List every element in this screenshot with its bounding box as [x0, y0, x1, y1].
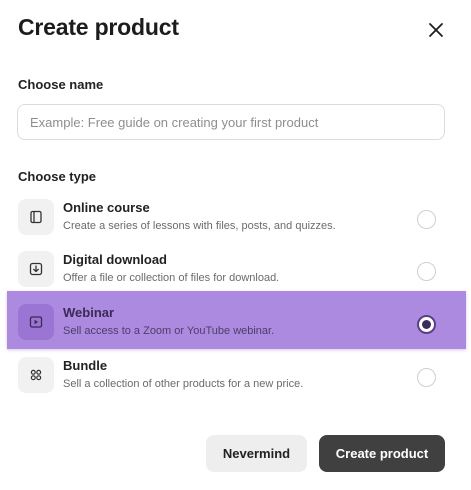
- nevermind-button[interactable]: Nevermind: [206, 435, 307, 472]
- type-option-webinar[interactable]: Webinar Sell access to a Zoom or YouTube…: [0, 302, 471, 354]
- option-description: Create a series of lessons with files, p…: [63, 220, 336, 232]
- option-title: Webinar: [63, 305, 115, 320]
- download-icon: [18, 251, 54, 287]
- dialog-title: Create product: [18, 14, 179, 40]
- product-name-input[interactable]: [17, 104, 445, 140]
- radio-bundle[interactable]: [417, 368, 436, 387]
- create-product-dialog: Create product Choose name Choose type O…: [0, 0, 471, 490]
- radio-digital-download[interactable]: [417, 262, 436, 281]
- close-icon[interactable]: [424, 18, 448, 42]
- play-icon: [18, 304, 54, 340]
- option-title: Bundle: [63, 358, 108, 373]
- option-description: Sell a collection of other products for …: [63, 378, 304, 390]
- book-icon: [18, 199, 54, 235]
- option-title: Digital download: [63, 252, 167, 267]
- type-option-bundle[interactable]: Bundle Sell a collection of other produc…: [0, 355, 471, 407]
- choose-name-label: Choose name: [18, 77, 104, 92]
- option-description: Offer a file or collection of files for …: [63, 272, 280, 284]
- option-description: Sell access to a Zoom or YouTube webinar…: [63, 325, 275, 337]
- grid-icon: [18, 357, 54, 393]
- radio-webinar[interactable]: [417, 315, 436, 334]
- type-option-online-course[interactable]: Online course Create a series of lessons…: [0, 197, 471, 249]
- radio-online-course[interactable]: [417, 210, 436, 229]
- choose-type-label: Choose type: [18, 169, 97, 184]
- option-title: Online course: [63, 200, 150, 215]
- create-product-button[interactable]: Create product: [319, 435, 445, 472]
